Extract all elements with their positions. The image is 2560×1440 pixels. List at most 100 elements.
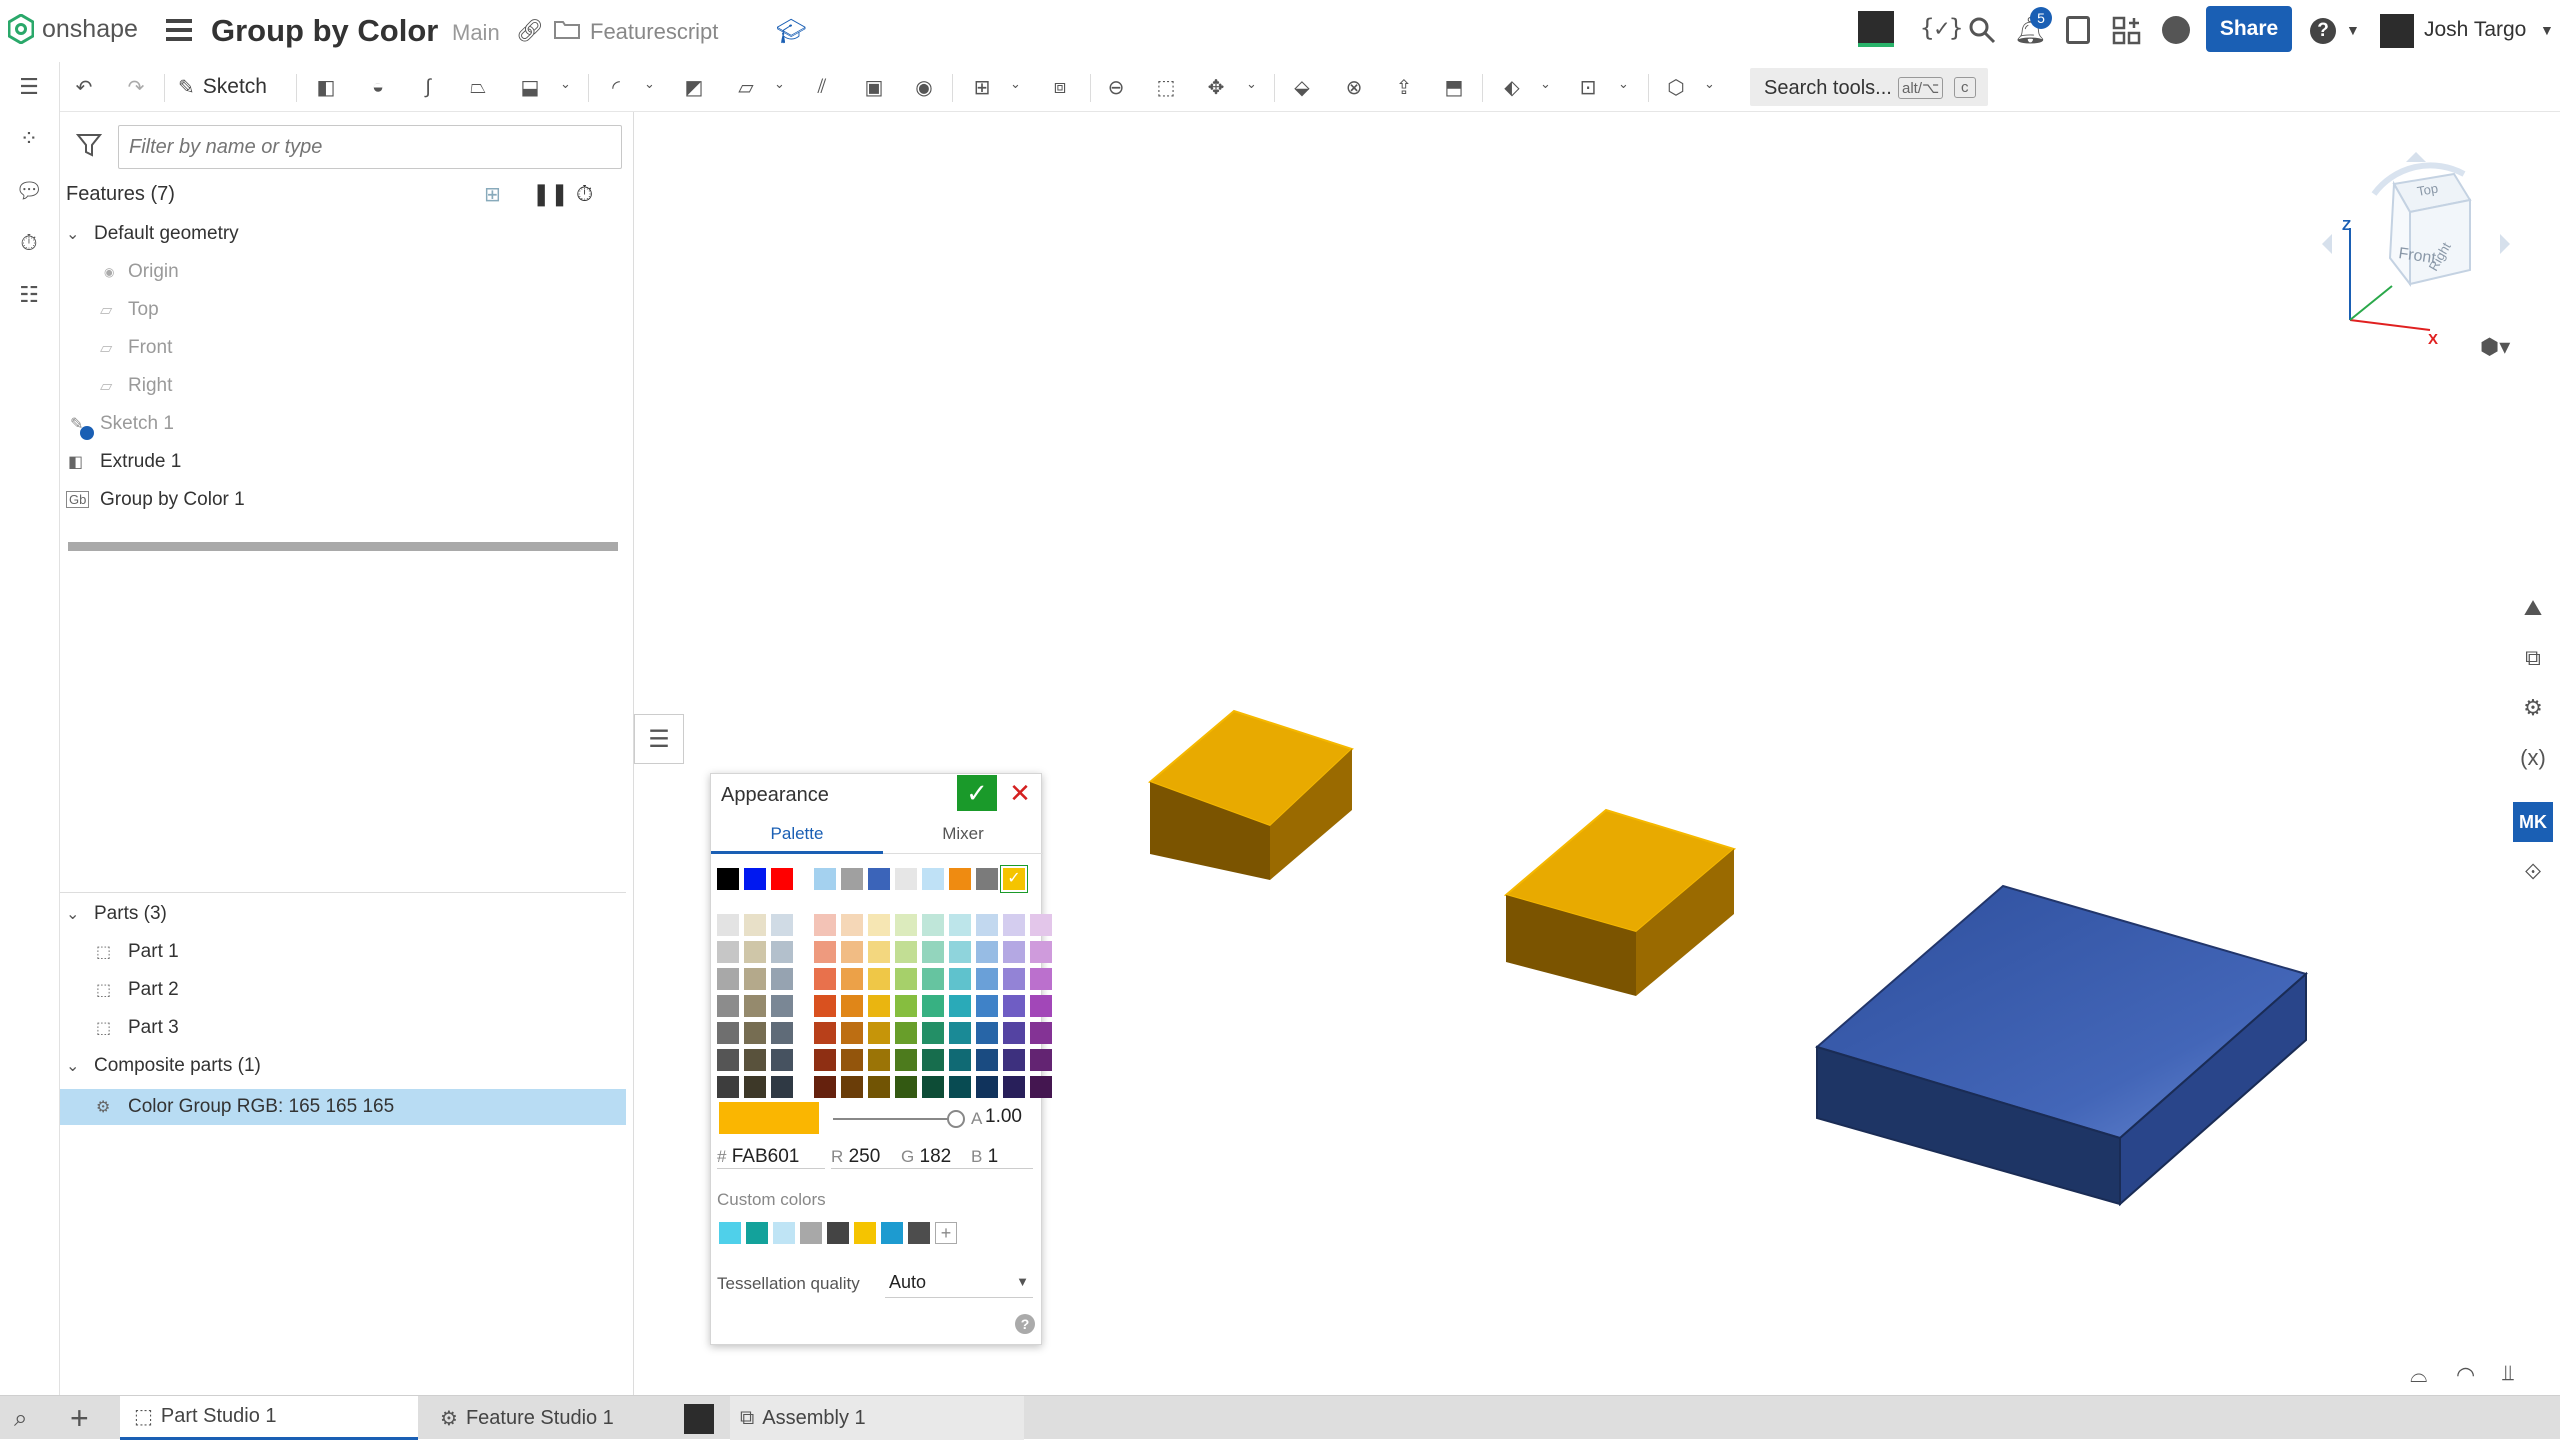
user-chevron-down-icon[interactable]: ▼ (2540, 22, 2554, 38)
mirror-icon[interactable]: ⧈ (1044, 71, 1076, 103)
draft-icon[interactable]: ▱ (730, 71, 762, 103)
default-geometry-row[interactable]: ⌄ Default geometry (60, 216, 626, 252)
hole-icon[interactable]: ◉ (908, 71, 940, 103)
color-swatch[interactable] (1003, 914, 1025, 936)
revolve-icon[interactable]: ◒ (362, 71, 394, 103)
color-swatch[interactable] (895, 995, 917, 1017)
sketch1-row[interactable]: ✎ Sketch 1 (60, 406, 626, 442)
replace-face-icon[interactable]: ⬒ (1438, 71, 1470, 103)
feature-filter-input[interactable] (118, 125, 622, 169)
plane-icon[interactable]: ⬖ (1496, 71, 1528, 103)
part-row[interactable]: ⬚ Part 1 (60, 934, 626, 970)
color-swatch[interactable] (949, 968, 971, 990)
link-icon[interactable]: 🔗︎ (516, 18, 544, 44)
color-swatch[interactable] (868, 868, 890, 890)
view-cube[interactable]: Top Front Right Z X (2314, 134, 2524, 354)
learning-center-icon[interactable]: 🎓︎ (776, 17, 806, 46)
color-swatch[interactable] (868, 1049, 890, 1071)
custom-color-swatch[interactable] (827, 1222, 849, 1244)
branch-label[interactable]: Main (452, 20, 500, 46)
r-field[interactable]: R 250 (831, 1146, 901, 1169)
extrude1-row[interactable]: ◧ Extrude 1 (60, 444, 626, 480)
color-swatch[interactable] (1030, 941, 1052, 963)
app-store-icon[interactable] (2112, 16, 2142, 46)
color-swatch[interactable] (922, 1022, 944, 1044)
color-swatch[interactable] (922, 968, 944, 990)
chevron-down-icon[interactable]: ⌄ (644, 76, 655, 92)
color-swatch[interactable] (814, 995, 836, 1017)
split-icon[interactable]: ⬚ (1150, 71, 1182, 103)
sweep-icon[interactable]: ∫ (412, 71, 444, 103)
help-chevron-down-icon[interactable]: ▼ (2346, 22, 2360, 38)
front-plane-row[interactable]: ▱ Front (60, 330, 626, 366)
folder-label[interactable]: Featurescript (590, 19, 718, 45)
color-swatch[interactable] (868, 968, 890, 990)
instances-icon[interactable]: ⁘ (12, 122, 46, 156)
stopwatch-icon[interactable]: ⏱︎ (576, 181, 593, 207)
chevron-down-icon[interactable]: ⌄ (560, 76, 571, 92)
color-swatch[interactable] (895, 868, 917, 890)
color-swatch[interactable] (841, 968, 863, 990)
composite-parts-header-row[interactable]: ⌄ Composite parts (1) (60, 1048, 626, 1084)
chamfer-icon[interactable]: ◩ (678, 71, 710, 103)
hamburger-menu-icon[interactable] (166, 19, 192, 41)
part-3-body[interactable] (1814, 884, 2309, 1207)
pattern-icon[interactable]: ⊞ (966, 71, 998, 103)
color-swatch[interactable] (895, 1076, 917, 1098)
color-swatch[interactable] (949, 868, 971, 890)
right-plane-row[interactable]: ▱ Right (60, 368, 626, 404)
render-studio-icon[interactable] (2162, 16, 2190, 44)
custom-color-swatch[interactable] (719, 1222, 741, 1244)
custom-color-swatch[interactable] (800, 1222, 822, 1244)
view-search-icon[interactable]: ⌕ (14, 1405, 27, 1433)
parts-header-row[interactable]: ⌄ Parts (3) (60, 896, 626, 932)
color-swatch[interactable] (717, 1049, 739, 1071)
feature-list-icon[interactable]: ☰ (12, 70, 46, 104)
color-swatch[interactable] (922, 868, 944, 890)
section-view-icon[interactable]: ⌓ (2410, 1362, 2427, 1388)
color-swatch[interactable] (744, 941, 766, 963)
delete-part-icon[interactable]: ⬙ (1286, 71, 1318, 103)
color-swatch[interactable] (922, 995, 944, 1017)
user-avatar[interactable] (2380, 14, 2414, 48)
color-swatch[interactable] (744, 1049, 766, 1071)
configurations-panel-icon[interactable]: ⚙︎ (2513, 688, 2553, 728)
chevron-down-icon[interactable]: ⌄ (1540, 76, 1551, 92)
tab-part-studio-1[interactable]: ⬚ Part Studio 1 (120, 1396, 418, 1440)
chevron-down-icon[interactable]: ⌄ (66, 1056, 79, 1076)
custom-color-swatch[interactable] (746, 1222, 768, 1244)
featurescript-icon[interactable]: {✓} (1920, 14, 1963, 42)
variables-panel-icon[interactable]: (x) (2513, 738, 2553, 778)
part-1-body[interactable] (1148, 709, 1354, 880)
g-field[interactable]: G 182 (901, 1146, 971, 1169)
current-color-swatch[interactable] (719, 1102, 819, 1134)
appearance-panel-icon[interactable]: ⛰︎ (2513, 588, 2553, 628)
part-row[interactable]: ⬚ Part 3 (60, 1010, 626, 1046)
thicken-icon[interactable]: ⬓ (514, 71, 546, 103)
extrude-icon[interactable]: ◧ (310, 71, 342, 103)
color-swatch[interactable] (1003, 968, 1025, 990)
color-swatch[interactable] (771, 995, 793, 1017)
b-field[interactable]: B 1 (971, 1146, 1033, 1169)
measure-icon[interactable]: ⫫ (2502, 1360, 2514, 1386)
color-swatch[interactable] (949, 914, 971, 936)
color-swatch[interactable] (949, 1022, 971, 1044)
bom-panel-icon[interactable]: ⧉ (2513, 638, 2553, 678)
color-swatch[interactable] (895, 1049, 917, 1071)
render-mode-icon[interactable]: ◠ (2456, 1362, 2475, 1388)
color-swatch[interactable] (744, 968, 766, 990)
color-swatch[interactable] (922, 914, 944, 936)
tab-feature-studio-1[interactable]: ⚙︎ Feature Studio 1 (430, 1396, 614, 1440)
cancel-close-icon[interactable]: ✕ (1005, 778, 1035, 808)
color-swatch[interactable] (1003, 1049, 1025, 1071)
boolean-icon[interactable]: ⊖ (1100, 71, 1132, 103)
view-options-icon[interactable]: ⬢▾ (2480, 334, 2510, 360)
color-swatch[interactable] (841, 995, 863, 1017)
sketch-button[interactable]: ✎ Sketch (178, 72, 267, 102)
rollback-bar[interactable] (68, 542, 618, 551)
color-swatch[interactable] (868, 1076, 890, 1098)
chevron-down-icon[interactable]: ⌄ (774, 76, 785, 92)
color-swatch[interactable] (744, 868, 766, 890)
color-swatch[interactable] (814, 1076, 836, 1098)
color-swatch[interactable] (976, 914, 998, 936)
